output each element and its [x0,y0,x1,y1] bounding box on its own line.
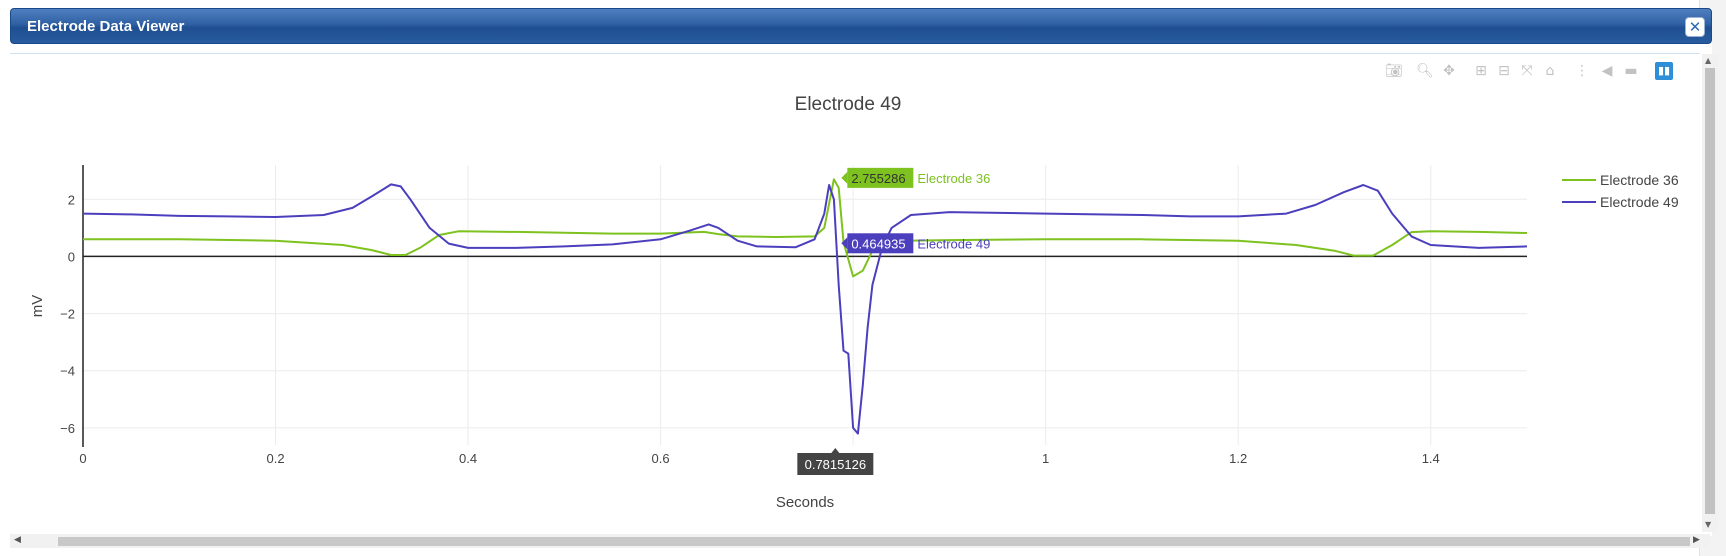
y-tick-label: −4 [60,364,75,379]
hover-pointer [841,171,848,184]
y-tick-label: −2 [60,307,75,322]
hover-value: 0.464935 [851,236,905,251]
y-tick-label: 2 [68,192,75,207]
hover-series-name: Electrode 49 [917,236,990,251]
legend[interactable]: Electrode 36 Electrode 49 [1562,172,1679,210]
y-tick-label: −6 [60,421,75,436]
y-axis-label: mV [29,295,46,318]
hover-x-pointer [831,448,840,453]
electrode-chart[interactable]: Electrode 49 0 0.2 0.4 0.6 1 1.2 1.4 2 0 −2 −4 −6 0… [0,0,1726,556]
hover-series-name: Electrode 36 [917,171,990,186]
series-lines [82,178,1528,435]
hover-value: 2.755286 [851,171,905,186]
x-tick-label: 1.4 [1422,451,1440,466]
chart-title: Electrode 49 [795,94,902,115]
x-tick-label: 0.2 [266,451,284,466]
legend-item-label: Electrode 36 [1600,172,1679,188]
y-tick-label: 0 [68,249,75,264]
x-tick-label: 0.4 [459,451,477,466]
series-line-electrode-49 [82,183,1528,435]
hover-x-label: 0.7815126 [805,457,866,472]
x-axis-label: Seconds [776,494,834,511]
series-line-electrode-36 [83,178,1528,278]
legend-item-label: Electrode 49 [1600,194,1679,210]
x-tick-label: 0 [79,451,86,466]
x-tick-label: 1.2 [1229,451,1247,466]
tick-labels: 0 0.2 0.4 0.6 1 1.2 1.4 2 0 −2 −4 −6 [60,192,1440,466]
x-tick-label: 0.6 [652,451,670,466]
x-tick-label: 1 [1042,451,1049,466]
